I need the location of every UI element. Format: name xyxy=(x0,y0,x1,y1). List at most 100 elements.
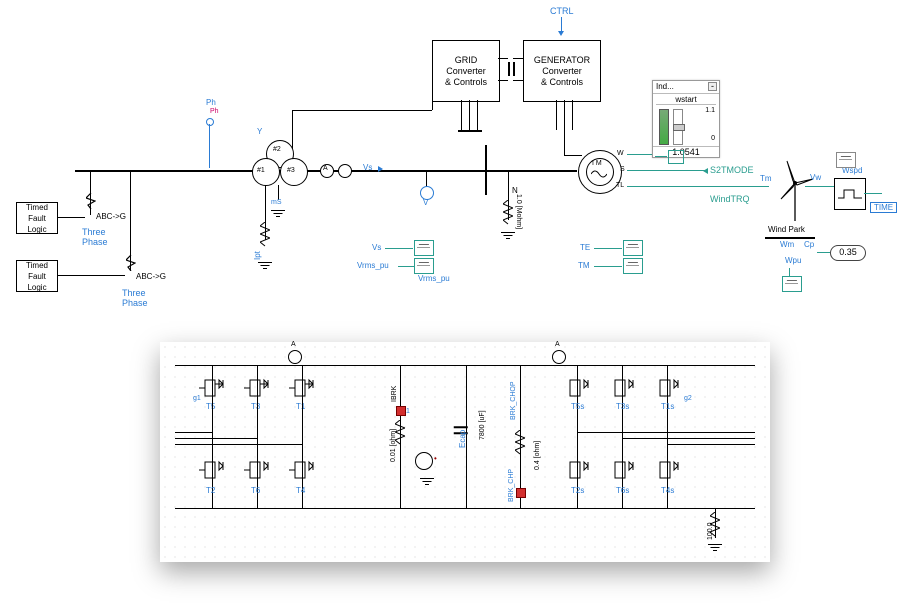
text: & Controls xyxy=(433,77,499,88)
grid-converter-block[interactable]: GRID Converter & Controls xyxy=(432,40,500,102)
gauge-panel[interactable]: Ind... - wstart 1.1 0 1.0541 xyxy=(652,80,720,158)
timed-fault-logic-1[interactable]: Timed Fault Logic xyxy=(16,202,58,234)
t-label: T1 xyxy=(296,402,305,411)
tl-port-label: TL xyxy=(616,182,624,189)
te-tag: TE xyxy=(580,243,590,252)
text: & Controls xyxy=(524,77,600,88)
g-label: g1 xyxy=(193,395,201,402)
breaker-icon[interactable] xyxy=(396,406,406,416)
wire xyxy=(461,100,462,130)
node-icon xyxy=(206,118,214,126)
plot-icon[interactable] xyxy=(414,258,434,274)
breaker-icon[interactable] xyxy=(516,488,526,498)
windpark-label: Wind Park xyxy=(768,225,805,234)
vs-tag: Vs xyxy=(372,243,381,252)
wire xyxy=(57,217,85,218)
t-label: T4s xyxy=(661,486,674,495)
wire xyxy=(513,58,523,59)
igbt xyxy=(609,460,637,486)
wire xyxy=(594,266,622,267)
constant-cp: 0.35 xyxy=(830,245,866,261)
igbt xyxy=(564,378,592,404)
wire xyxy=(556,100,557,130)
generator-converter-block[interactable]: GENERATOR Converter & Controls xyxy=(523,40,601,102)
resistor-icon xyxy=(503,200,513,228)
one-label: 1 xyxy=(406,408,410,415)
minimize-button[interactable]: - xyxy=(708,82,717,91)
phase-label-2: Phase xyxy=(122,298,148,308)
gauge-slider[interactable] xyxy=(673,109,683,145)
text: Converter xyxy=(433,66,499,77)
wire xyxy=(561,17,562,32)
igbt xyxy=(244,378,272,404)
resistor-icon xyxy=(260,222,270,250)
t-label: T2s xyxy=(571,486,584,495)
s-port-label: S xyxy=(620,166,625,173)
plot-icon[interactable] xyxy=(782,276,802,292)
wire xyxy=(564,100,565,130)
wire xyxy=(577,432,755,433)
t-label: T3s xyxy=(616,402,629,411)
tr2-label: #2 xyxy=(273,146,281,153)
brkchp-label: BRK_CHP xyxy=(508,469,515,502)
a-label: A xyxy=(555,341,560,348)
wire xyxy=(175,432,213,433)
arrow-down-icon xyxy=(558,31,564,36)
igbt xyxy=(654,460,682,486)
wire xyxy=(594,248,622,249)
cp-label: Cp xyxy=(804,240,814,249)
plot-icon[interactable] xyxy=(414,240,434,256)
t-label: T6s xyxy=(616,486,629,495)
timed-fault-logic-2[interactable]: Timed Fault Logic xyxy=(16,260,58,292)
fault-icon xyxy=(126,255,136,273)
wire xyxy=(817,252,830,253)
wire xyxy=(627,154,655,155)
resistor-icon xyxy=(515,430,525,458)
gauge-hi: 1.1 xyxy=(705,107,715,114)
t-label: T1s xyxy=(661,402,674,411)
ammeter-icon xyxy=(552,350,566,364)
t-label: T3 xyxy=(251,402,260,411)
wire xyxy=(627,170,705,171)
wire xyxy=(57,275,125,276)
base-line xyxy=(765,237,815,239)
arrow-right-icon xyxy=(378,166,383,172)
vrms-tag: Vrms_pu xyxy=(357,261,389,270)
wire xyxy=(385,248,413,249)
ipt-label: Ipt xyxy=(253,251,262,260)
r04-label: 0.4 [ohm] xyxy=(534,441,541,470)
gauge-bar xyxy=(659,109,669,145)
three-label: Three xyxy=(82,227,106,237)
subcircuit-panel[interactable] xyxy=(160,342,770,562)
plot-icon[interactable] xyxy=(836,152,856,168)
ms-label: mS xyxy=(271,199,282,206)
igbt xyxy=(244,460,272,486)
plot-icon[interactable] xyxy=(623,240,643,256)
c7800-label: 7800 [uF] xyxy=(479,410,486,440)
wire xyxy=(667,444,755,445)
vw-label: Vw xyxy=(810,173,821,182)
wire xyxy=(747,186,769,187)
fault-icon xyxy=(86,193,96,211)
tm-label: Tm xyxy=(760,174,772,183)
diagram-canvas: CTRL GRID Converter & Controls GENERATOR… xyxy=(0,0,907,605)
windtrq-label: WindTRQ xyxy=(710,194,750,204)
wire xyxy=(175,444,303,445)
s2tmode-label: S2TMODE xyxy=(710,165,754,175)
ctrl-label: CTRL xyxy=(550,6,574,16)
plot-icon[interactable] xyxy=(623,258,643,274)
time-tag: TIME xyxy=(870,202,897,213)
t-label: T2 xyxy=(206,486,215,495)
wind-speed-block[interactable] xyxy=(834,178,866,210)
g-label: g2 xyxy=(684,395,692,402)
arrow-left-icon xyxy=(703,168,708,174)
w-port-label: W xyxy=(617,150,624,157)
tr1-label: #1 xyxy=(257,167,265,174)
a-label: A xyxy=(323,165,328,172)
sine-icon xyxy=(591,170,607,180)
wire xyxy=(789,268,790,276)
v-label: V xyxy=(423,198,428,207)
wire xyxy=(278,185,279,200)
tm-tag: TM xyxy=(578,261,590,270)
ground-icon xyxy=(271,210,285,218)
